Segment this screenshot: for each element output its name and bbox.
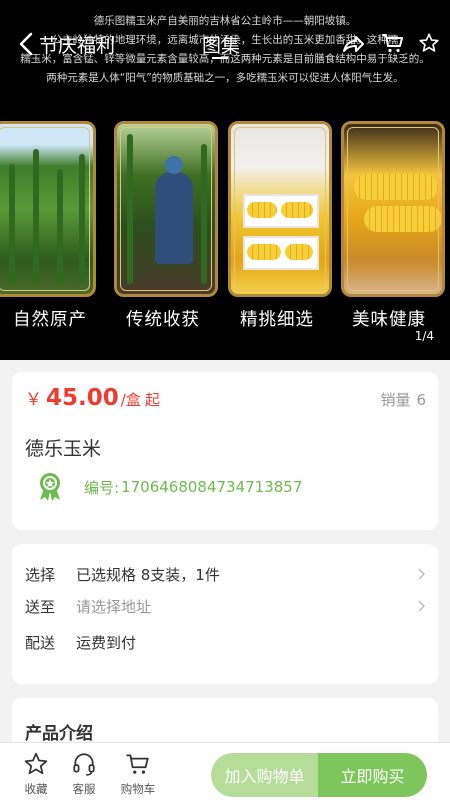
harvest-image — [114, 121, 218, 297]
spec-label: 选择 — [25, 566, 56, 584]
customer-service-button[interactable]: 客服 — [62, 751, 106, 797]
medal-icon — [40, 473, 60, 501]
banner-captions: 自然原产 传统收获 精挑细选 美味健康 — [0, 306, 450, 332]
buy-now-button[interactable]: 立即购买 — [318, 753, 427, 797]
code-value: 1706468084734713857 — [121, 478, 303, 496]
chevron-right-icon — [418, 600, 425, 612]
shopping-cart-icon — [126, 754, 149, 774]
favorite-label: 收藏 — [24, 782, 48, 796]
sales-label: 销量 — [380, 391, 411, 409]
caption-healthy: 美味健康 — [352, 310, 426, 330]
cart-label: 购物车 — [120, 782, 156, 796]
share-icon[interactable] — [341, 32, 365, 56]
bottom-action-bar: 收藏 客服 购物车 加入购物单 立即购买 — [0, 742, 450, 800]
sales-count: 销量 6 — [374, 389, 426, 410]
back-arrow-icon[interactable] — [16, 30, 38, 58]
spec-value: 已选规格 8支装，1件 — [76, 566, 220, 584]
price-unit: /盒 — [120, 391, 141, 409]
code-label: 编号: — [84, 478, 120, 497]
shipping-value: 运费到付 — [76, 634, 137, 652]
spec-card: 选择 已选规格 8支装，1件 送至 请选择地址 配送 运费到付 — [12, 544, 438, 684]
favorite-button[interactable]: 收藏 — [14, 751, 58, 797]
price-qualifier: 起 — [144, 391, 160, 409]
shipping-row: 配送 运费到付 — [25, 632, 425, 656]
product-code-row: 编号: 1706468084734713857 — [36, 472, 302, 502]
caption-selection: 精挑细选 — [240, 310, 314, 330]
shipping-label: 配送 — [25, 634, 56, 652]
sales-value: 6 — [416, 391, 426, 409]
product-price: 45.00 — [46, 385, 119, 411]
caption-natural: 自然原产 — [13, 310, 87, 330]
intro-title: 产品介绍 — [25, 724, 93, 744]
top-navigation-bar: 节庆福利 图集 — [0, 24, 450, 64]
chevron-right-icon — [418, 568, 425, 580]
product-title: 德乐玉米 — [25, 438, 102, 460]
tab-gallery[interactable]: 图集 — [202, 31, 240, 58]
sorting-image — [228, 121, 332, 297]
star-icon — [24, 752, 48, 775]
banner-panels — [0, 121, 450, 297]
price-row: ￥ 45.00 /盒 起 — [25, 385, 160, 411]
active-tab-indicator — [212, 57, 228, 59]
tab-festival-welfare[interactable]: 节庆福利 — [39, 31, 115, 58]
cart-icon[interactable] — [382, 32, 404, 54]
caption-harvest: 传统收获 — [126, 310, 200, 330]
banner-text-line: 两种元素是人体“阳气”的物质基础之一，多吃糯玉米可以促进人体阳气生发。 — [46, 72, 404, 84]
corn-field-image — [0, 121, 96, 297]
shopping-cart-button[interactable]: 购物车 — [116, 751, 160, 797]
address-label: 送至 — [25, 598, 56, 616]
currency-symbol: ￥ — [25, 390, 42, 410]
purchase-buttons: 加入购物单 立即购买 — [211, 753, 427, 797]
service-label: 客服 — [72, 782, 96, 796]
spec-select-row[interactable]: 选择 已选规格 8支装，1件 — [25, 564, 425, 588]
image-pager: 1/4 — [414, 329, 434, 343]
add-to-cart-button[interactable]: 加入购物单 — [211, 753, 318, 797]
product-info-card: ￥ 45.00 /盒 起 销量 6 德乐玉米 编号: 17064680847347… — [12, 372, 438, 530]
headset-icon — [73, 753, 95, 776]
delivery-address-row[interactable]: 送至 请选择地址 — [25, 596, 425, 620]
steamed-corn-image — [341, 121, 445, 297]
favorite-star-icon[interactable] — [418, 32, 440, 54]
address-value: 请选择地址 — [76, 598, 152, 616]
